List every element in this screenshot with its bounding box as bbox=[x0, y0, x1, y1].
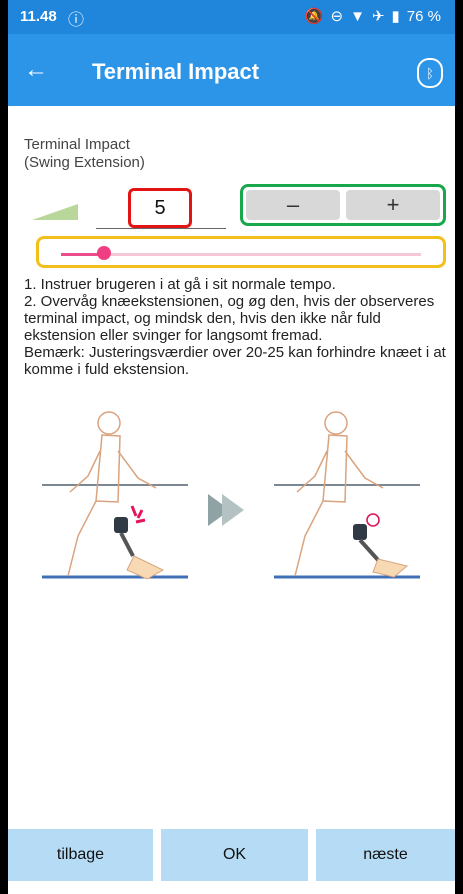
status-bar: 11.48 ⓘ 🔕 ⊖ ▼ ✈ ▮ 76 % bbox=[8, 0, 455, 34]
airplane-icon: ✈ bbox=[371, 8, 385, 25]
battery-icon: ▮ bbox=[391, 8, 400, 25]
back-button[interactable]: tilbage bbox=[8, 829, 153, 881]
info-icon: ⓘ bbox=[68, 12, 85, 29]
do-not-disturb-icon: ⊖ bbox=[330, 8, 344, 25]
increase-button[interactable]: + bbox=[346, 190, 440, 220]
app-bar: ← Terminal Impact ᛒ bbox=[8, 34, 455, 106]
instructions-text: 1. Instruer brugeren i at gå i sit norma… bbox=[24, 276, 446, 378]
mute-icon: 🔕 bbox=[304, 8, 324, 25]
value-display: 5 bbox=[128, 188, 192, 228]
bluetooth-icon[interactable]: ᛒ bbox=[417, 58, 443, 88]
ok-button[interactable]: OK bbox=[161, 829, 308, 881]
status-time: 11.48 bbox=[20, 8, 57, 25]
decrease-button[interactable]: – bbox=[246, 190, 340, 220]
walking-figure-normal bbox=[294, 411, 409, 578]
wifi-icon: ▼ bbox=[350, 7, 365, 25]
bottom-navigation: tilbage OK næste bbox=[8, 829, 455, 894]
transition-arrow-shadow bbox=[222, 494, 244, 526]
next-button[interactable]: næste bbox=[316, 829, 455, 881]
instruction-step-1: 1. Instruer brugeren i at gå i sit norma… bbox=[24, 276, 336, 293]
status-icons: 🔕 ⊖ ▼ ✈ ▮ 76 % bbox=[304, 7, 441, 26]
instruction-step-2: 2. Overvåg knæekstensionen, og øg den, h… bbox=[24, 293, 435, 344]
battery-text: 76 % bbox=[406, 7, 441, 25]
instruction-note: Bemærk: Justeringsværdier over 20-25 kan… bbox=[24, 344, 446, 378]
slider-thumb[interactable] bbox=[97, 246, 112, 260]
walking-figure-impact bbox=[67, 411, 165, 580]
setting-label: Terminal Impact (Swing Extension) bbox=[24, 136, 145, 172]
gait-illustration bbox=[42, 411, 420, 580]
page-title: Terminal Impact bbox=[92, 59, 260, 84]
stepper-control: – + bbox=[240, 184, 446, 226]
back-arrow-icon[interactable]: ← bbox=[24, 56, 48, 84]
setting-label-title: Terminal Impact bbox=[24, 136, 130, 153]
screen: 11.48 ⓘ 🔕 ⊖ ▼ ✈ ▮ 76 % ← Terminal Impact… bbox=[8, 0, 455, 894]
setting-label-subtitle: (Swing Extension) bbox=[24, 154, 145, 171]
value-field[interactable]: 5 bbox=[96, 188, 226, 229]
intensity-wedge-icon bbox=[32, 204, 78, 220]
slider-track bbox=[61, 253, 421, 256]
value-slider[interactable] bbox=[36, 236, 446, 268]
